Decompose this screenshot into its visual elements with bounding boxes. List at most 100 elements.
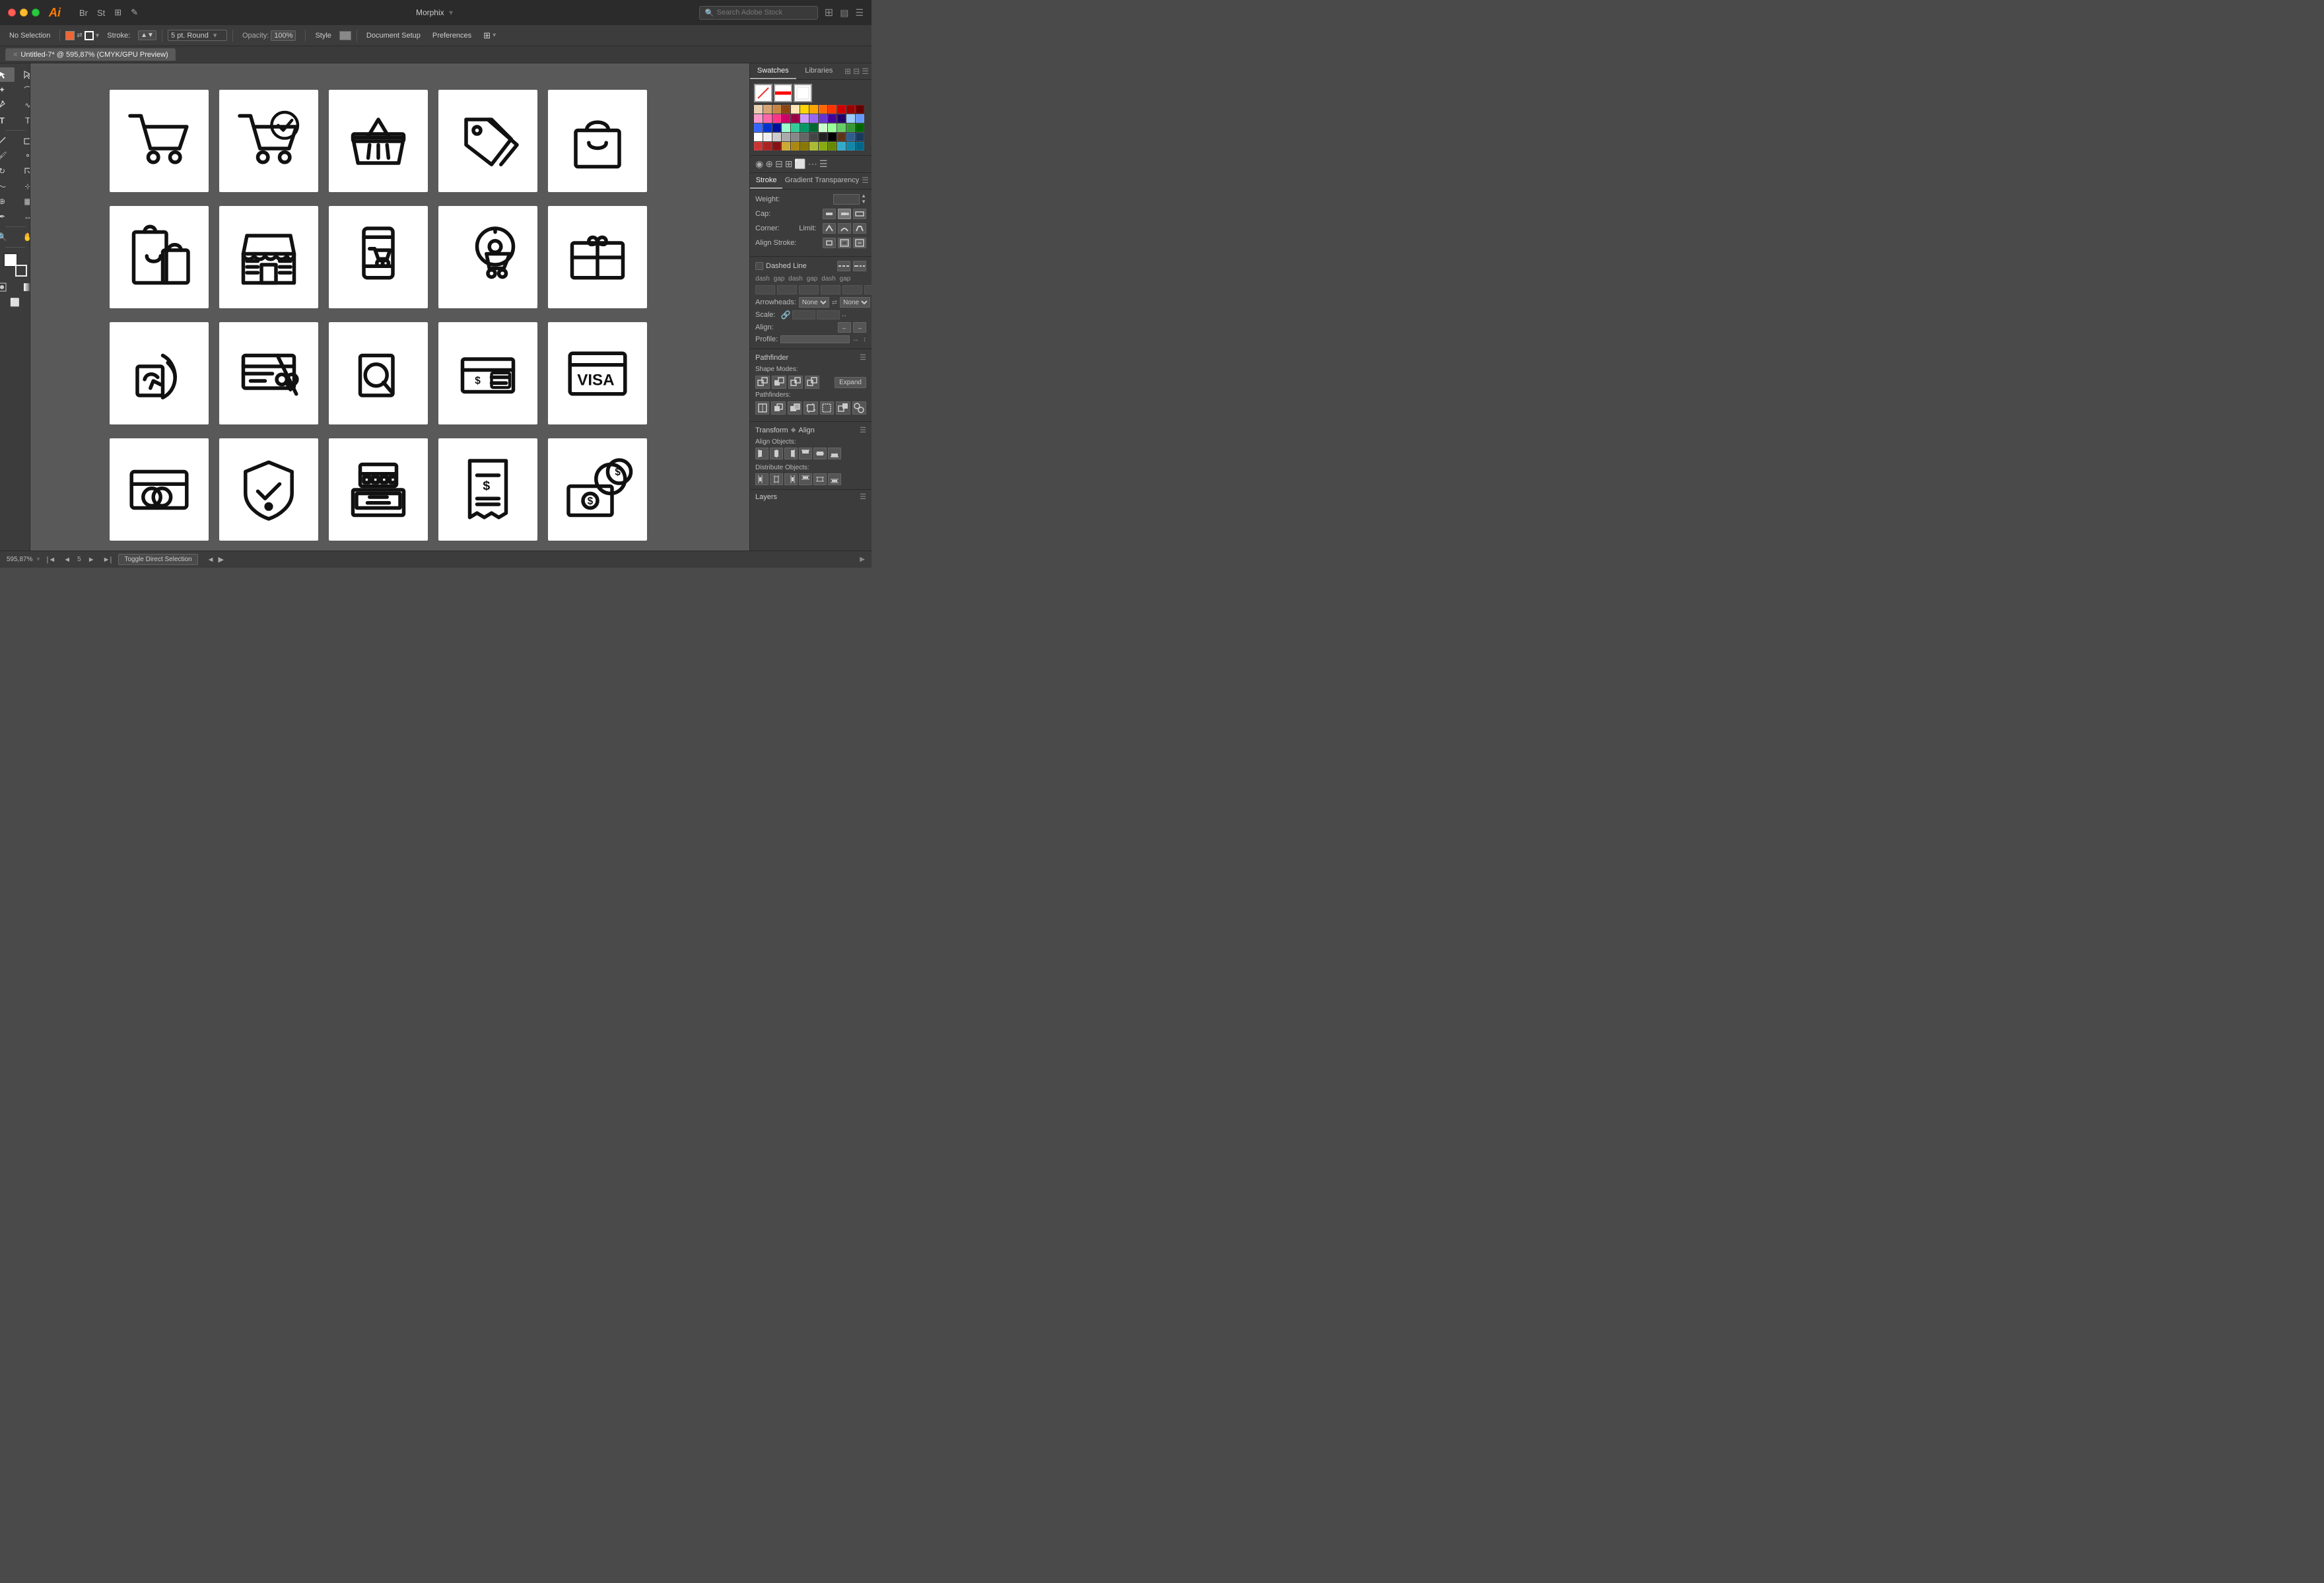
pf-minus-back-btn[interactable] [836,401,850,415]
swatch[interactable] [754,105,763,114]
icon-cell-cart-location[interactable] [438,206,537,308]
icon-cell-debit-card[interactable] [110,438,209,541]
scale-tool[interactable] [15,164,30,178]
icon-cell-credit-cut[interactable] [219,322,318,424]
dash-input-2[interactable] [799,285,819,294]
panel-icon[interactable]: ▤ [840,7,848,18]
style-box[interactable] [339,31,351,40]
scale-start-input[interactable] [792,310,815,320]
pf-extra-btn[interactable] [852,401,866,415]
icon-cell-money-coins[interactable]: $ $ [548,438,647,541]
gap-input-1[interactable] [777,285,797,294]
dashed-manual-btn[interactable] [853,261,866,271]
blob-tool[interactable]: ⚬ [15,149,30,163]
weight-input[interactable] [833,194,860,205]
profile-flip-icon[interactable]: ↔ [852,336,859,343]
icon-cell-shopping-bag[interactable] [548,90,647,192]
swatch[interactable] [837,114,846,123]
icon-cell-receipt[interactable]: $ [438,438,537,541]
stock-icon[interactable]: St [97,8,105,18]
swatch[interactable] [782,123,790,132]
swatch[interactable] [754,114,763,123]
swatch[interactable] [763,105,772,114]
stroke-swatch[interactable] [85,31,94,40]
stroke-colors[interactable]: ⇄ ▾ [65,31,99,40]
none-swatch[interactable] [754,84,772,102]
pf-merge-btn[interactable] [788,401,802,415]
icon-cell-cart-check[interactable] [219,90,318,192]
arrange-icon[interactable]: ⊞ [825,6,833,19]
play-btn[interactable]: ▶ [217,555,225,564]
swatch[interactable] [763,133,772,141]
swatch[interactable] [800,123,809,132]
swatch[interactable] [828,114,837,123]
stroke-color-box[interactable] [15,265,27,277]
pf-trim-btn[interactable] [771,401,785,415]
panel-mode-icon-2[interactable]: ⊕ [765,158,773,170]
direct-select-tool[interactable] [15,67,30,82]
swatch[interactable] [754,133,763,141]
layers-menu-icon[interactable]: ☰ [860,492,866,501]
opacity-value[interactable]: 100% [271,30,296,41]
align-outside-btn[interactable] [853,238,866,248]
swatch[interactable] [791,105,800,114]
dist-vcenter-btn[interactable] [813,473,827,485]
pf-unite-btn[interactable] [755,376,770,389]
icon-cell-cash-register[interactable] [329,438,428,541]
icon-cell-bag-return[interactable] [110,206,209,308]
corner-bevel-btn[interactable] [853,223,866,234]
artboard-next-btn[interactable]: ► [86,556,96,564]
shape-builder-tool[interactable]: ⊕ [0,194,15,209]
pf-minus-front-btn[interactable] [772,376,786,389]
swatch[interactable] [837,142,846,151]
scale-end-input[interactable] [817,310,840,320]
align-bottom-btn[interactable] [828,448,841,459]
gradient-btn[interactable] [15,280,30,294]
pen-tool[interactable] [0,98,15,112]
swatch[interactable] [791,114,800,123]
pathfinder-menu-icon[interactable]: ☰ [860,353,866,362]
zoom-chevron[interactable]: ▾ [36,556,40,563]
icon-cell-card-payment[interactable]: $ [438,322,537,424]
profile-bar[interactable] [780,335,850,343]
dist-top-btn[interactable] [799,473,812,485]
icon-cell-cart[interactable] [110,90,209,192]
swatch[interactable] [800,142,809,151]
stroke-arrows[interactable]: ▲▼ [138,30,156,40]
align-vcenter-btn[interactable] [813,448,827,459]
swatch[interactable] [763,142,772,151]
icon-cell-shield-check[interactable] [219,438,318,541]
color-mode-btn[interactable] [0,280,15,294]
free-transform-tool[interactable]: ⊹ [15,179,30,193]
toggle-direct-selection-btn[interactable]: Toggle Direct Selection [118,554,197,565]
dist-hcenter-btn[interactable] [770,473,783,485]
align-left-btn[interactable] [755,448,769,459]
swatch[interactable] [763,114,772,123]
swatch[interactable] [809,142,818,151]
icon-cell-mobile-cart[interactable] [329,206,428,308]
pen-icon[interactable]: ✎ [131,7,138,18]
swatch[interactable] [772,133,781,141]
pf-divide-btn[interactable] [755,401,769,415]
cap-round-btn[interactable] [838,209,851,219]
swatch[interactable] [856,114,864,123]
select-tool[interactable] [0,67,15,82]
corner-miter-btn[interactable] [823,223,836,234]
swatch[interactable] [837,123,846,132]
swatch[interactable] [846,133,855,141]
dash-input-1[interactable] [755,285,775,294]
align-btn-1[interactable]: ← [838,322,851,333]
status-scroll-right[interactable]: ▶ [860,556,865,563]
swatch[interactable] [846,123,855,132]
panel-menu-btn[interactable]: ⋯ [808,158,817,170]
bridge-icon[interactable]: Br [79,8,88,18]
dist-right-btn[interactable] [784,473,798,485]
lasso-tool[interactable]: ⌒ [15,83,30,97]
swatch[interactable] [782,142,790,151]
swatch[interactable] [837,133,846,141]
grid-icon[interactable]: ⊞ [114,7,121,18]
canvas-area[interactable]: $ VISA [30,63,749,551]
arrowhead-swap-icon[interactable]: ⇄ [832,299,837,306]
warp-tool[interactable]: 〜 [0,179,15,193]
align-btn-2[interactable]: → [853,322,866,333]
